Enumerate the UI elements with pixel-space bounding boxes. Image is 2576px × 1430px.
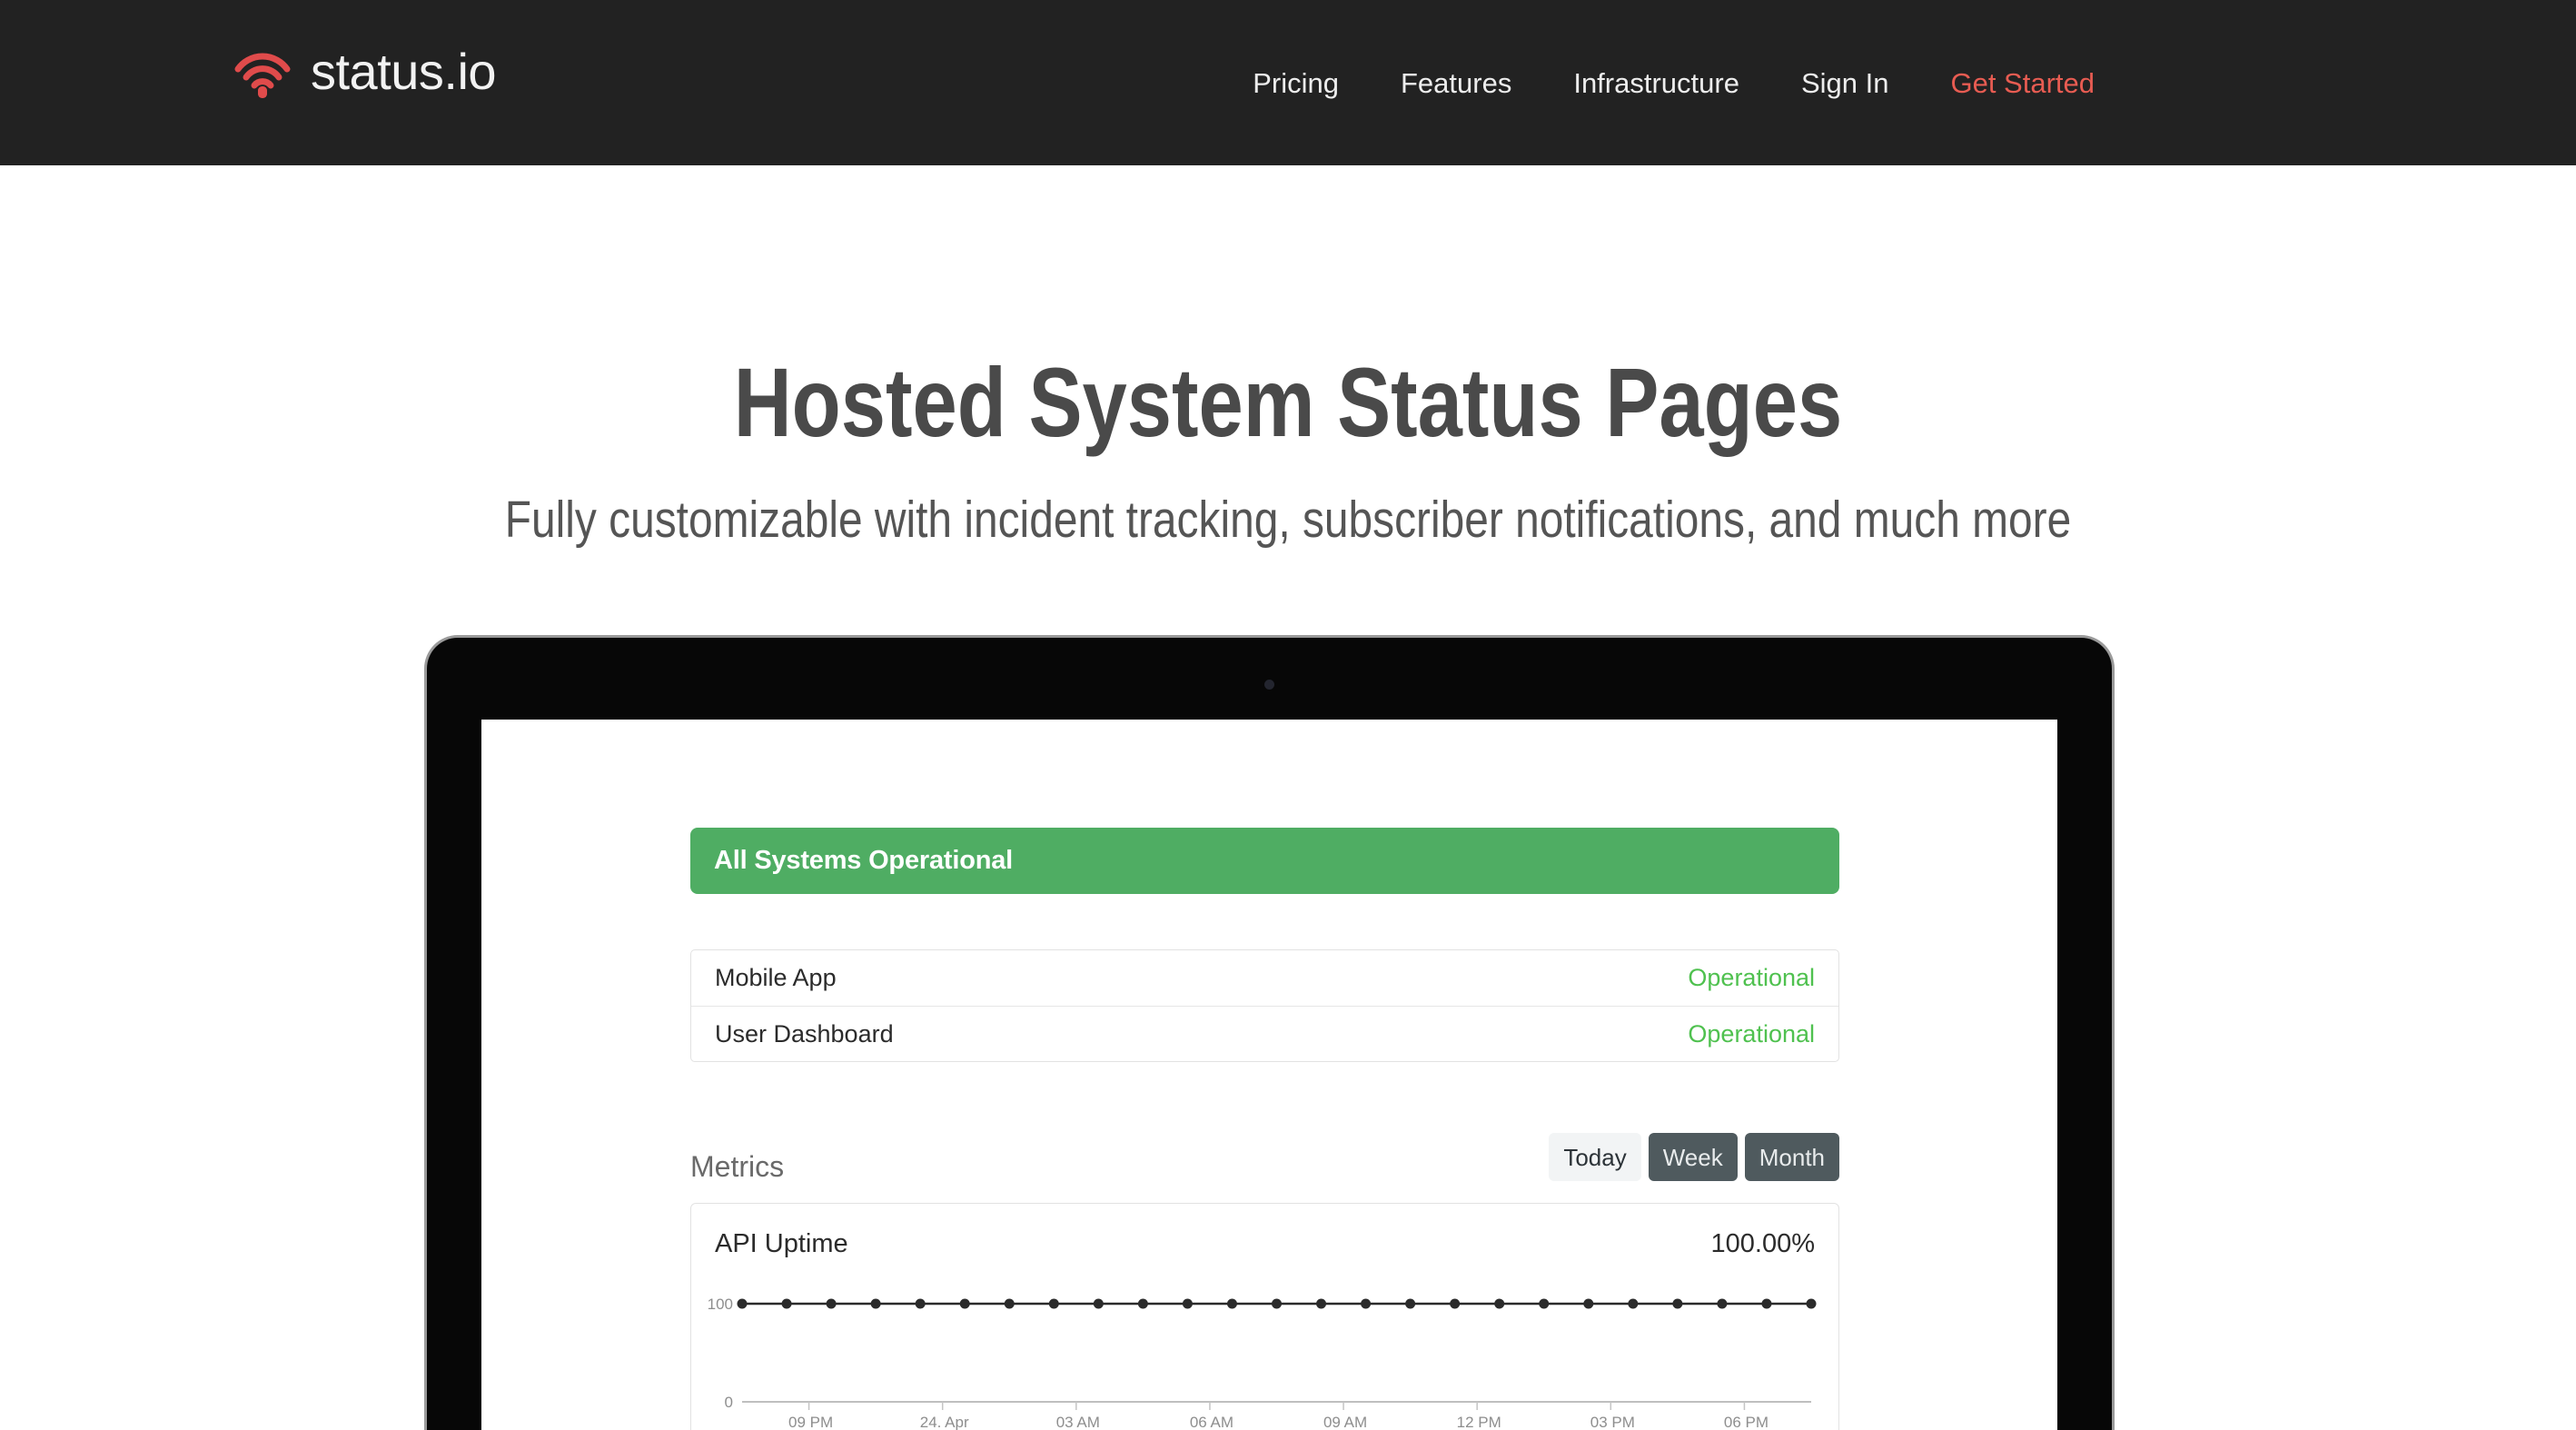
svg-text:03 PM: 03 PM bbox=[1590, 1414, 1635, 1430]
hero-section: Hosted System Status Pages Fully customi… bbox=[0, 165, 2576, 549]
laptop-camera-icon bbox=[1264, 680, 1274, 690]
components-card: Mobile App Operational User Dashboard Op… bbox=[690, 949, 1839, 1062]
page-title: Hosted System Status Pages bbox=[733, 347, 1843, 457]
status-page-preview: All Systems Operational Mobile App Opera… bbox=[481, 720, 2057, 1430]
svg-text:0: 0 bbox=[725, 1394, 733, 1411]
metrics-header: Metrics Today Week Month bbox=[690, 1133, 1839, 1184]
nav-link-get-started[interactable]: Get Started bbox=[1919, 69, 2095, 97]
range-button-month[interactable]: Month bbox=[1744, 1133, 1839, 1181]
brand-name: status.io bbox=[311, 43, 497, 100]
metric-value: 100.00% bbox=[1710, 1228, 1816, 1258]
metric-title: API Uptime bbox=[715, 1228, 848, 1258]
svg-text:100: 100 bbox=[708, 1296, 733, 1313]
component-name: Mobile App bbox=[715, 964, 837, 991]
metrics-label: Metrics bbox=[690, 1150, 785, 1183]
table-row[interactable]: User Dashboard Operational bbox=[691, 1006, 1838, 1061]
svg-text:09 PM: 09 PM bbox=[788, 1414, 833, 1430]
metrics-range-toggle-group: Today Week Month bbox=[1549, 1133, 1839, 1181]
main-navigation: Pricing Features Infrastructure Sign In … bbox=[1222, 0, 2095, 165]
page-subtitle: Fully customizable with incident trackin… bbox=[504, 491, 2072, 550]
svg-text:24. Apr: 24. Apr bbox=[920, 1414, 969, 1430]
nav-link-sign-in[interactable]: Sign In bbox=[1770, 69, 1920, 97]
status-badge: Operational bbox=[1688, 964, 1815, 991]
metric-card: API Uptime 100.00% 100 0 09 PM 24. Apr 03 AM… bbox=[690, 1203, 1839, 1430]
range-button-week[interactable]: Week bbox=[1648, 1133, 1738, 1181]
laptop-bezel: All Systems Operational Mobile App Opera… bbox=[427, 638, 2112, 1430]
status-banner: All Systems Operational bbox=[690, 828, 1839, 894]
brand-logo-link[interactable]: status.io bbox=[234, 43, 497, 100]
svg-text:03 AM: 03 AM bbox=[1056, 1414, 1100, 1430]
table-row[interactable]: Mobile App Operational bbox=[691, 950, 1838, 1006]
laptop-mockup: All Systems Operational Mobile App Opera… bbox=[427, 638, 2112, 1430]
svg-text:06 PM: 06 PM bbox=[1724, 1414, 1769, 1430]
laptop-screen: All Systems Operational Mobile App Opera… bbox=[481, 720, 2057, 1430]
status-badge: Operational bbox=[1688, 1019, 1815, 1048]
svg-text:09 AM: 09 AM bbox=[1323, 1414, 1367, 1430]
nav-link-features[interactable]: Features bbox=[1370, 69, 1542, 97]
svg-text:12 PM: 12 PM bbox=[1457, 1414, 1501, 1430]
nav-link-pricing[interactable]: Pricing bbox=[1222, 69, 1370, 97]
wifi-signal-icon bbox=[234, 44, 291, 100]
component-name: User Dashboard bbox=[715, 1019, 894, 1048]
svg-text:06 AM: 06 AM bbox=[1190, 1414, 1234, 1430]
uptime-chart: 100 0 09 PM 24. Apr 03 AM 06 AM 09 AM 12 PM 03 P… bbox=[691, 1284, 1840, 1430]
range-button-today[interactable]: Today bbox=[1549, 1133, 1641, 1181]
site-header: status.io Pricing Features Infrastructur… bbox=[0, 0, 2576, 165]
status-banner-text: All Systems Operational bbox=[714, 846, 1014, 875]
metric-card-header: API Uptime 100.00% bbox=[691, 1204, 1838, 1284]
nav-link-infrastructure[interactable]: Infrastructure bbox=[1542, 69, 1770, 97]
